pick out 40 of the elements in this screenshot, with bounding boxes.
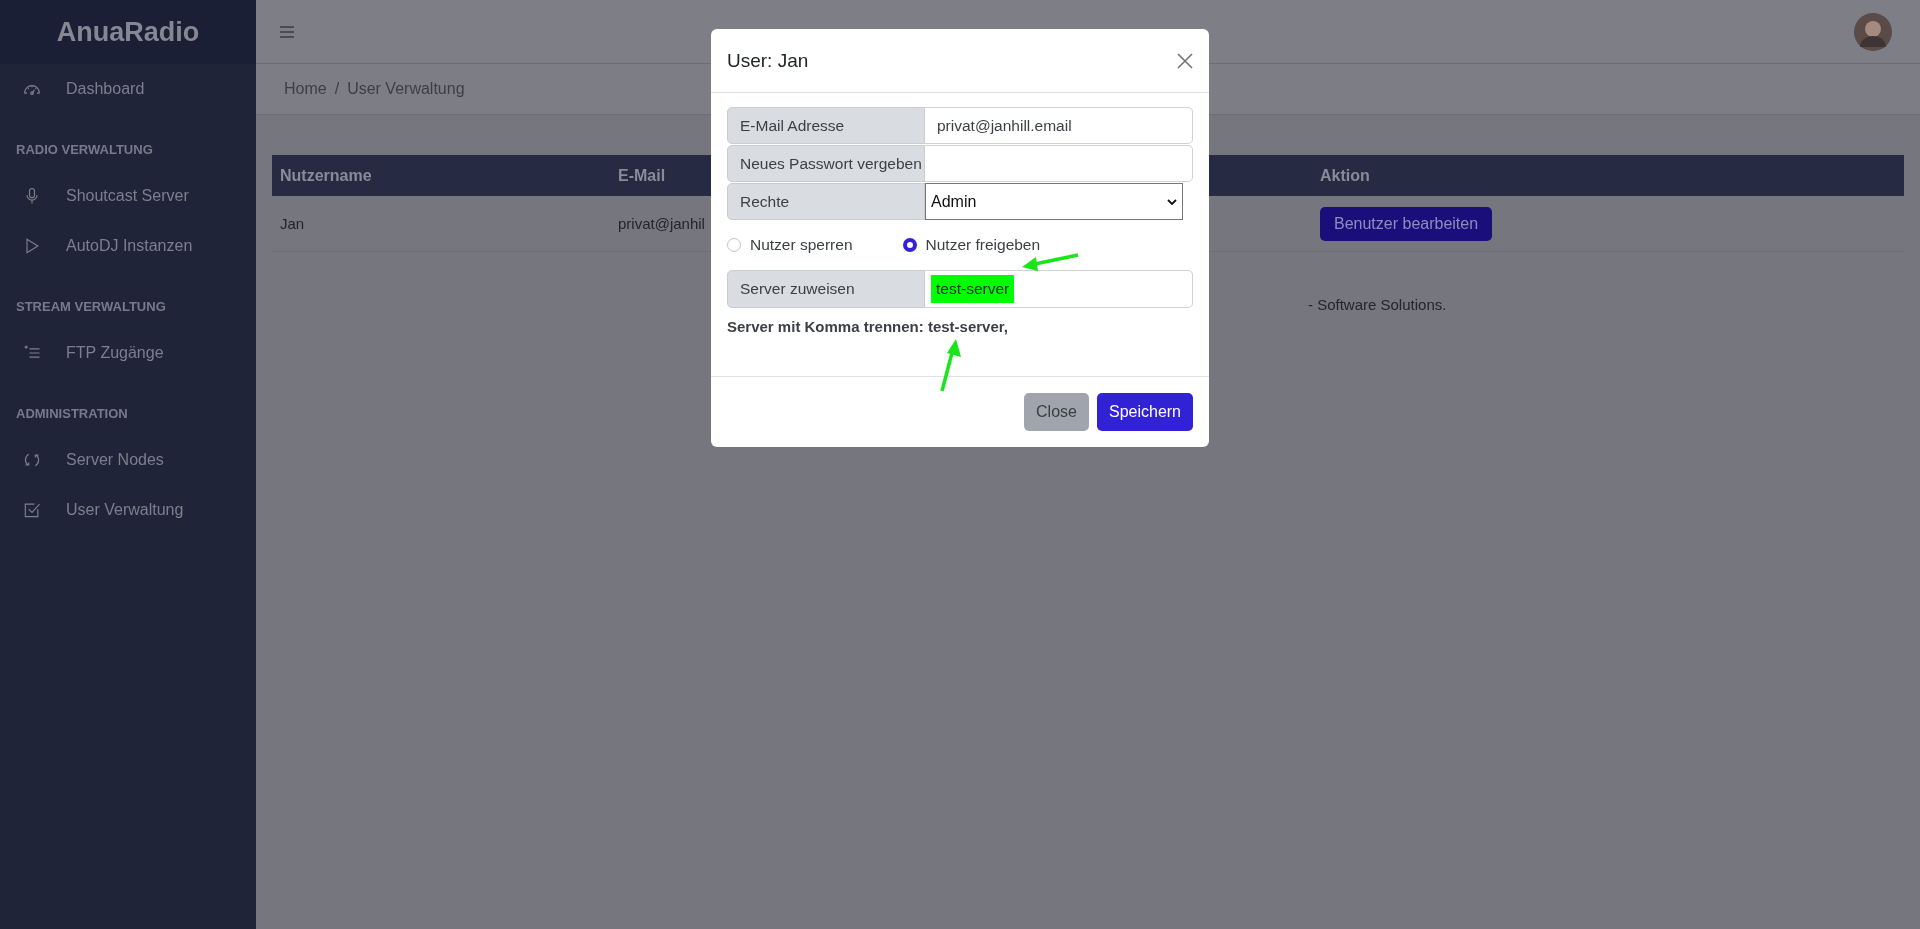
server-field[interactable]: test-server: [925, 270, 1193, 308]
modal-title: User: Jan: [727, 49, 809, 72]
close-icon[interactable]: [1177, 52, 1193, 69]
menu-icon[interactable]: [280, 25, 294, 38]
breadcrumb-separator: /: [334, 80, 340, 98]
radio-button[interactable]: [902, 238, 917, 252]
nav-section-heading: ADMINISTRATION: [15, 405, 129, 423]
save-button[interactable]: Speichern: [1096, 393, 1193, 431]
annotation-arrow: [938, 337, 962, 393]
sidebar-item[interactable]: Dashboard: [0, 64, 256, 114]
app-logo[interactable]: AnuaRadio: [56, 16, 200, 48]
table-cell-text: privat@janhil: [617, 215, 706, 232]
breadcrumb-link[interactable]: Home: [284, 80, 327, 98]
sidebar-item[interactable]: User Verwaltung: [0, 485, 256, 535]
help-text: Server mit Komma trennen: test-server,: [727, 318, 1009, 335]
avatar[interactable]: [1854, 12, 1892, 51]
nav-section-heading: RADIO VERWALTUNG: [15, 141, 154, 159]
sidebar-item[interactable]: Shoutcast Server: [0, 171, 256, 221]
close-button[interactable]: Close: [1024, 393, 1089, 431]
input-field[interactable]: privat@janhill.email: [925, 107, 1193, 144]
sidebar-item[interactable]: Server Nodes: [0, 435, 256, 485]
field-label: Rechte: [727, 183, 925, 220]
footer-text: - Software Solutions.: [1308, 296, 1447, 313]
column-header: E-Mail: [617, 166, 667, 185]
column-header: Nutzername: [279, 166, 373, 185]
radio-option[interactable]: Nutzer sperren: [727, 236, 853, 254]
column-header: Aktion: [1319, 166, 1370, 185]
nav-section-heading: STREAM VERWALTUNG: [15, 298, 167, 316]
field-label: Server zuweisen: [727, 270, 925, 308]
breadcrumb-current: User Verwaltung: [347, 80, 465, 98]
input-field[interactable]: [925, 145, 1193, 182]
table-cell-text: Jan: [279, 215, 306, 232]
field-label: E-Mail Adresse: [727, 107, 925, 144]
chevron-down-icon: [1167, 198, 1177, 205]
sidebar-item[interactable]: FTP Zugänge: [0, 328, 256, 378]
role-dropdown[interactable]: Admin: [925, 183, 1183, 220]
edit-user-button[interactable]: Benutzer bearbeiten: [1320, 206, 1493, 241]
field-label: Neues Passwort vergeben: [727, 145, 925, 182]
sidebar-item[interactable]: AutoDJ Instanzen: [0, 221, 256, 271]
radio-option[interactable]: Nutzer freigeben: [902, 236, 1041, 254]
